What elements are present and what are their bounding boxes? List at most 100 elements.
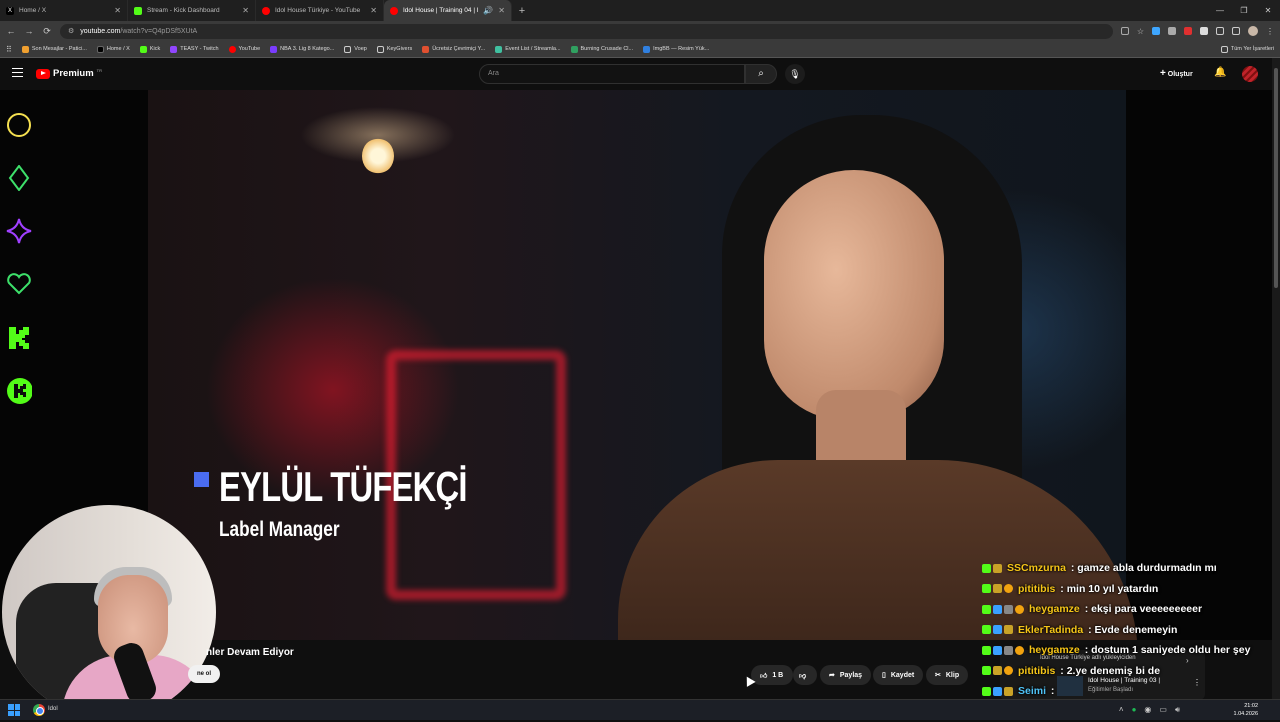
dislike-button[interactable]: 👎︎ [793, 665, 817, 685]
save-button[interactable]: ▯Kaydet [873, 665, 923, 685]
chat-username: EklerTadinda [1018, 624, 1083, 636]
new-tab-button[interactable]: + [512, 5, 532, 17]
bookmark-item[interactable]: ImgBB — Resim Yük... [643, 46, 709, 53]
account-avatar[interactable] [1242, 66, 1258, 82]
circle-icon [6, 112, 32, 138]
forward-icon[interactable]: → [24, 26, 34, 36]
search-button[interactable]: ⌕ [745, 64, 777, 84]
bookmark-item[interactable]: Kick [140, 46, 160, 53]
bookmark-star-icon[interactable]: ☆ [1137, 27, 1144, 36]
install-icon[interactable] [1121, 27, 1129, 35]
lamp-light [362, 138, 394, 174]
page-scrollbar[interactable] [1272, 58, 1280, 699]
bookmark-label: ImgBB — Resim Yük... [653, 46, 709, 52]
network-icon[interactable]: ▭ [1159, 705, 1167, 715]
create-label: Oluştur [1168, 71, 1193, 78]
reload-icon[interactable]: ⟳ [42, 26, 52, 37]
extension-icon[interactable] [1200, 27, 1208, 35]
spotify-icon[interactable]: ● [1132, 705, 1137, 715]
bookmark-item[interactable]: Ücretsiz Çevrimiçi Y... [422, 46, 485, 53]
close-window-icon[interactable]: ✕ [1256, 6, 1280, 15]
thumbs-up-icon: 👍︎ [760, 671, 767, 680]
youtube-premium-logo[interactable]: Premium TR [36, 68, 102, 79]
extension-icon[interactable] [1152, 27, 1160, 35]
chat-body: dostum 1 saniyede oldu her şey [1091, 644, 1250, 656]
mod-badge-icon [993, 687, 1002, 696]
tab-youtube-channel[interactable]: Idol House Türkiye - YouTube ✕ [256, 0, 384, 21]
maximize-icon[interactable]: ❐ [1232, 6, 1256, 15]
kick-badge-icon [982, 646, 991, 655]
bookmark-label: Event List / Streamla... [505, 46, 560, 52]
close-icon[interactable]: ✕ [242, 6, 249, 15]
bookmark-label: TEASY - Twitch [180, 46, 218, 52]
chevron-up-icon[interactable]: ˄ [1119, 705, 1124, 715]
clip-button[interactable]: ✂Klip [926, 665, 968, 685]
webcam-overlay [2, 505, 216, 719]
chat-message: SSCmzurna : gamze abla durdurmadın mı [982, 558, 1280, 579]
chrome-icon[interactable] [33, 704, 45, 716]
chat-username: pititibis [1018, 665, 1055, 677]
tab-home-x[interactable]: X Home / X ✕ [0, 0, 128, 21]
volume-icon[interactable]: 🔊︎ [1175, 705, 1180, 715]
video-title: nler Devam Ediyor [206, 647, 294, 658]
bookmark-favicon [22, 46, 29, 53]
extension-icon[interactable] [1184, 27, 1192, 35]
scrollbar-thumb[interactable] [1274, 68, 1278, 288]
subscribe-button[interactable]: ne ol [188, 665, 220, 683]
menu-icon[interactable]: ⋮ [1266, 27, 1274, 36]
notifications-bell-icon[interactable]: 🔔 [1214, 67, 1226, 78]
url-input[interactable]: ⚙ youtube.com/watch?v=Q4pDSf5XUtA [60, 24, 1113, 39]
tab-title: Stream - Kick Dashboard [147, 7, 237, 14]
search-input[interactable]: Ara [479, 64, 745, 84]
chat-username: Seimi [1018, 685, 1046, 697]
hamburger-menu-icon[interactable] [12, 68, 23, 77]
close-icon[interactable]: ✕ [370, 6, 377, 15]
speaker-icon[interactable]: 🔊 [483, 6, 493, 15]
voice-search-button[interactable]: 🎙 [785, 64, 805, 84]
windows-start-icon[interactable] [8, 704, 20, 716]
gift-badge-icon [1004, 666, 1013, 675]
bookmark-item[interactable]: NBA 3. Lig 8 Katego... [270, 46, 334, 53]
site-info-icon[interactable]: ⚙ [68, 27, 74, 35]
like-button[interactable]: 👍︎1 B [751, 665, 793, 685]
profile-avatar[interactable] [1248, 26, 1258, 36]
tab-youtube-video[interactable]: Idol House | Training 04 | E 🔊 ✕ [384, 0, 512, 21]
bookmark-label: Son Mesajlar - Patici... [32, 46, 87, 52]
bookmark-item[interactable]: Event List / Streamla... [495, 46, 560, 53]
chat-body: min 10 yıl yatardın [1067, 583, 1159, 595]
extensions-area: ☆ ⋮ [1121, 26, 1274, 36]
bookmark-item[interactable]: YouTube [229, 46, 261, 53]
apps-icon[interactable]: ⠿ [6, 45, 12, 54]
tab-kick-dashboard[interactable]: Stream - Kick Dashboard ✕ [128, 0, 256, 21]
puzzle-icon[interactable] [1216, 27, 1224, 35]
kick-badge-icon [982, 605, 991, 614]
diamond-icon [6, 165, 32, 191]
close-icon[interactable]: ✕ [498, 6, 505, 15]
steam-icon[interactable]: ◉ [1144, 705, 1151, 715]
sub-badge-icon [1004, 687, 1013, 696]
create-button[interactable]: + Oluştur [1160, 68, 1193, 79]
minimize-icon[interactable]: — [1208, 6, 1232, 15]
bookmark-folder[interactable]: Voep [344, 46, 367, 53]
all-bookmarks[interactable]: Tüm Yer İşaretleri [1221, 46, 1274, 53]
bookmark-item[interactable]: TEASY - Twitch [170, 46, 218, 53]
logo-text: Premium [53, 68, 94, 79]
x-icon: X [6, 7, 14, 15]
system-clock[interactable]: 21:02 1.04.2026 [1234, 702, 1258, 718]
close-icon[interactable]: ✕ [114, 6, 121, 15]
sub-badge-icon [993, 564, 1002, 573]
bookmark-icon: ▯ [882, 671, 886, 679]
tab-search-icon[interactable] [1232, 27, 1240, 35]
bookmark-item[interactable]: Burning Crusade Cl... [571, 46, 634, 53]
gift-badge-icon [1015, 605, 1024, 614]
bookmark-item[interactable]: Son Mesajlar - Patici... [22, 46, 87, 53]
bookmark-item[interactable]: Home / X [97, 46, 130, 53]
share-button[interactable]: ➦Paylaş [820, 665, 871, 685]
taskbar-window-label[interactable]: Idol [48, 706, 58, 712]
back-icon[interactable]: ← [6, 26, 16, 36]
bookmark-folder[interactable]: KeyGivers [377, 46, 412, 53]
search-icon: ⌕ [758, 68, 764, 79]
chat-message: pititibis : min 10 yıl yatardın [982, 579, 1280, 600]
bookmark-label: Home / X [107, 46, 130, 52]
extension-icon[interactable] [1168, 27, 1176, 35]
